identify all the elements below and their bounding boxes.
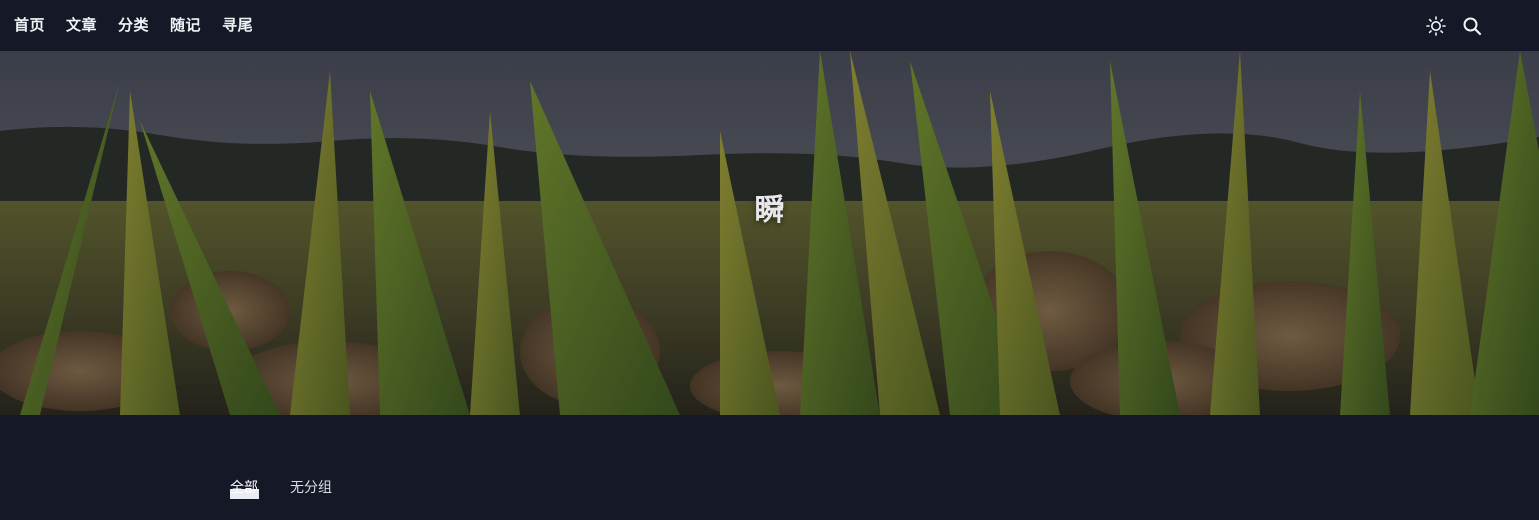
main-content: 全部 无分组 — [0, 415, 1539, 520]
nav-item-explore[interactable]: 寻尾 — [222, 0, 253, 51]
group-tabs: 全部 无分组 — [230, 477, 332, 503]
sun-icon[interactable] — [1426, 15, 1446, 36]
nav-item-articles[interactable]: 文章 — [66, 0, 97, 51]
search-icon[interactable] — [1462, 16, 1482, 36]
nav-item-notes[interactable]: 随记 — [170, 0, 201, 51]
hero-banner: 瞬 — [0, 51, 1539, 415]
top-navbar: 首页 文章 分类 随记 寻尾 — [0, 0, 1539, 51]
hero-title: 瞬 — [754, 193, 785, 228]
tab-ungrouped[interactable]: 无分组 — [290, 477, 332, 503]
tab-all[interactable]: 全部 — [230, 477, 259, 503]
tab-label: 全部 — [230, 480, 258, 496]
main-nav: 首页 文章 分类 随记 寻尾 — [14, 0, 253, 51]
nav-item-categories[interactable]: 分类 — [118, 0, 149, 51]
tab-label: 无分组 — [290, 480, 332, 496]
nav-item-home[interactable]: 首页 — [14, 0, 45, 51]
hero-overlay — [0, 51, 1539, 415]
navbar-tools — [1426, 0, 1482, 51]
